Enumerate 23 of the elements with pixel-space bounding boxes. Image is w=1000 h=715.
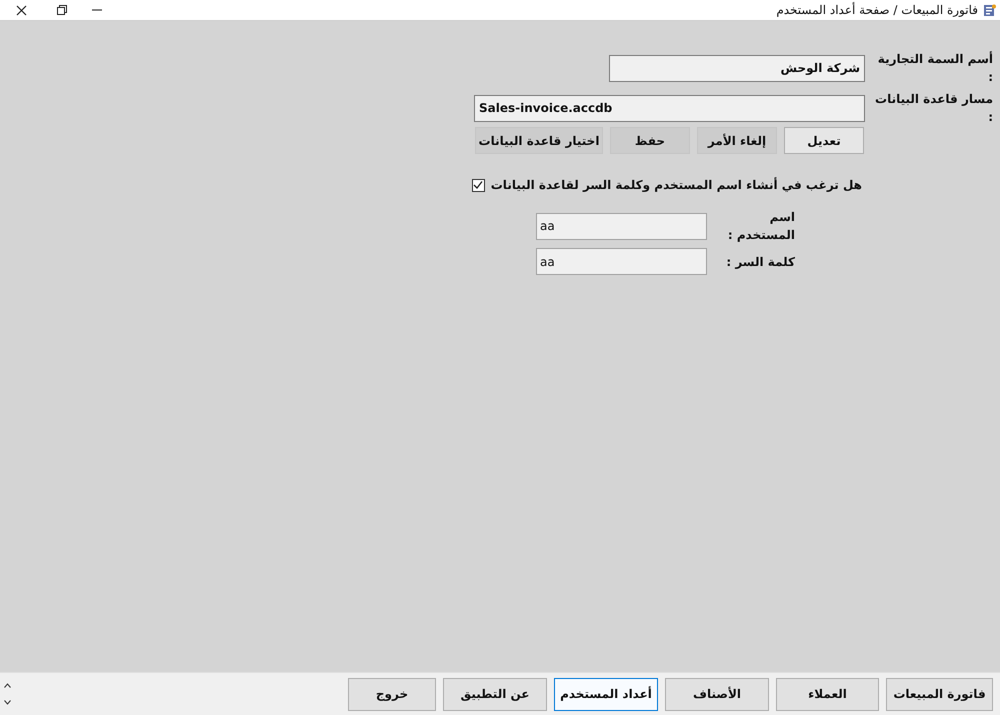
form-button[interactable]: تعديل — [784, 127, 864, 154]
scroll-down-icon[interactable] — [4, 700, 11, 705]
text-field[interactable]: aa — [536, 212, 707, 240]
nav-button[interactable]: الأصناف — [665, 678, 769, 710]
window-title: فاتورة المبيعات / صفحة أعداد المستخدم — [776, 1, 978, 19]
nav-button[interactable]: عن التطبيق — [443, 678, 547, 710]
nav-button[interactable]: العملاء — [776, 678, 879, 710]
field-label: مسار قاعدة البيانات : — [874, 91, 993, 126]
text-field[interactable]: شركة الوحش — [609, 54, 865, 82]
nav-button[interactable]: فاتورة المبيعات — [886, 678, 993, 710]
app-icon — [983, 4, 996, 16]
checkbox[interactable] — [472, 178, 485, 192]
close-icon[interactable] — [16, 4, 27, 16]
restore-icon[interactable] — [57, 5, 67, 15]
checkbox-label: هل ترغب في أنشاء اسم المستخدم وكلمة السر لقاعدة البيانات — [490, 176, 862, 194]
field-label: أسم السمة التجارية : — [876, 50, 993, 86]
nav-button[interactable]: أعداد المستخدم — [554, 678, 658, 710]
nav-button[interactable]: خروج — [348, 678, 436, 710]
field-label: كلمة السر : — [725, 254, 795, 270]
scroll-up-icon[interactable] — [4, 683, 11, 688]
field-label: اسم المستخدم : — [726, 209, 795, 244]
text-field[interactable]: Sales-invoice.accdb — [474, 94, 865, 122]
text-field[interactable]: aa — [536, 248, 707, 275]
